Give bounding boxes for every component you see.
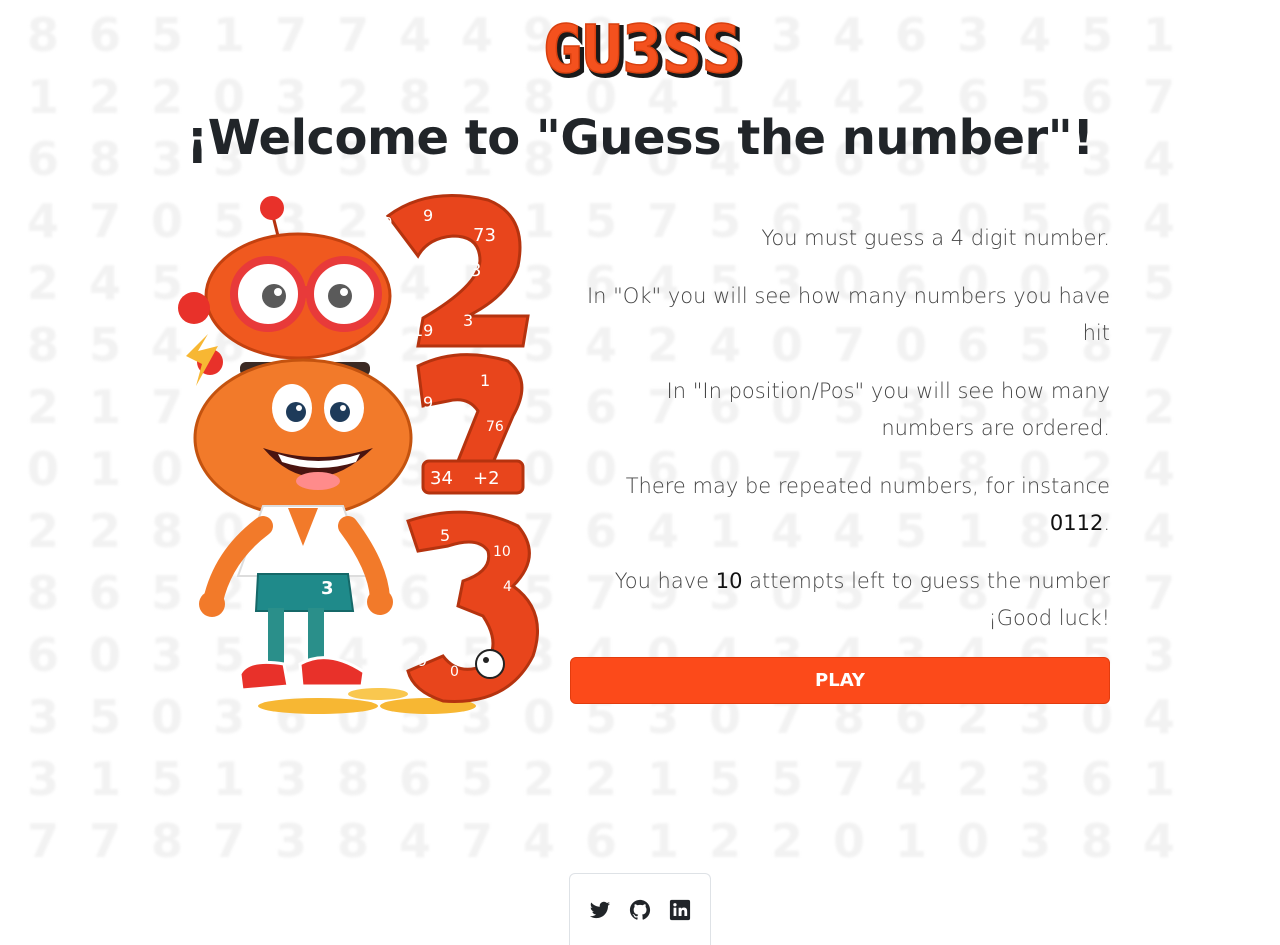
- svg-text:76: 76: [486, 419, 504, 435]
- svg-text:5: 5: [440, 526, 450, 545]
- play-button[interactable]: PLAY: [570, 657, 1110, 704]
- github-icon[interactable]: [628, 898, 652, 922]
- mascot-graphic: a 9 73 3 19 3 9 1 76 34 +2 5 10 4 9 0 3: [178, 194, 539, 714]
- rule-attempts-prefix: You have: [614, 569, 716, 593]
- svg-text:3: 3: [321, 578, 334, 599]
- logo-text: GU3SS: [543, 14, 742, 82]
- svg-text:3: 3: [463, 311, 473, 330]
- rule-attempts: You have 10 attempts left to guess the n…: [568, 563, 1110, 637]
- svg-text:34: 34: [430, 468, 453, 489]
- rule-repeated: There may be repeated numbers, for insta…: [568, 468, 1110, 542]
- svg-text:73: 73: [473, 225, 496, 246]
- rule-repeated-end: .: [1103, 511, 1110, 535]
- svg-text:a: a: [383, 211, 393, 230]
- page-title: ¡Welcome to "Guess the number"!: [186, 110, 1094, 166]
- svg-text:0: 0: [450, 664, 459, 680]
- robot-mascot-illustration: a 9 73 3 19 3 9 1 76 34 +2 5 10 4 9 0 3: [168, 186, 552, 726]
- main-content: GU3SS GU3SS ¡Welcome to "Guess the numbe…: [0, 0, 1280, 945]
- social-links-footer: [569, 873, 711, 945]
- svg-text:+2: +2: [473, 468, 500, 489]
- svg-text:9: 9: [418, 654, 427, 670]
- rules-panel: You must guess a 4 digit number. In "Ok"…: [568, 220, 1110, 658]
- github-octocat-glyph: [629, 899, 651, 920]
- twitter-bird-glyph: [589, 901, 611, 918]
- svg-text:4: 4: [503, 579, 512, 595]
- rule-attempts-suffix: attempts left to guess the number ¡Good …: [742, 569, 1110, 630]
- svg-text:3: 3: [470, 260, 481, 281]
- rule-repeated-text: There may be repeated numbers, for insta…: [625, 474, 1110, 498]
- linkedin-icon[interactable]: [668, 898, 692, 922]
- logo-graphic: GU3SS GU3SS: [542, 14, 746, 82]
- rule-position: In "In position/Pos" you will see how ma…: [666, 379, 1110, 440]
- page: 8651774499313463451122032828041442656768…: [0, 0, 1280, 945]
- svg-text:10: 10: [493, 544, 511, 560]
- rule-ok: In "Ok" you will see how many numbers yo…: [586, 284, 1110, 345]
- svg-text:9: 9: [423, 393, 433, 412]
- attempts-count: 10: [715, 569, 743, 593]
- repeated-example: 0112: [1049, 511, 1104, 535]
- svg-text:9: 9: [423, 206, 433, 225]
- gu3ss-logo: GU3SS GU3SS: [514, 14, 770, 82]
- svg-text:1: 1: [480, 371, 490, 390]
- twitter-icon[interactable]: [588, 898, 612, 922]
- linkedin-glyph: [669, 899, 691, 920]
- svg-text:19: 19: [413, 321, 433, 340]
- rule-digit-count: You must guess a 4 digit number.: [761, 226, 1110, 250]
